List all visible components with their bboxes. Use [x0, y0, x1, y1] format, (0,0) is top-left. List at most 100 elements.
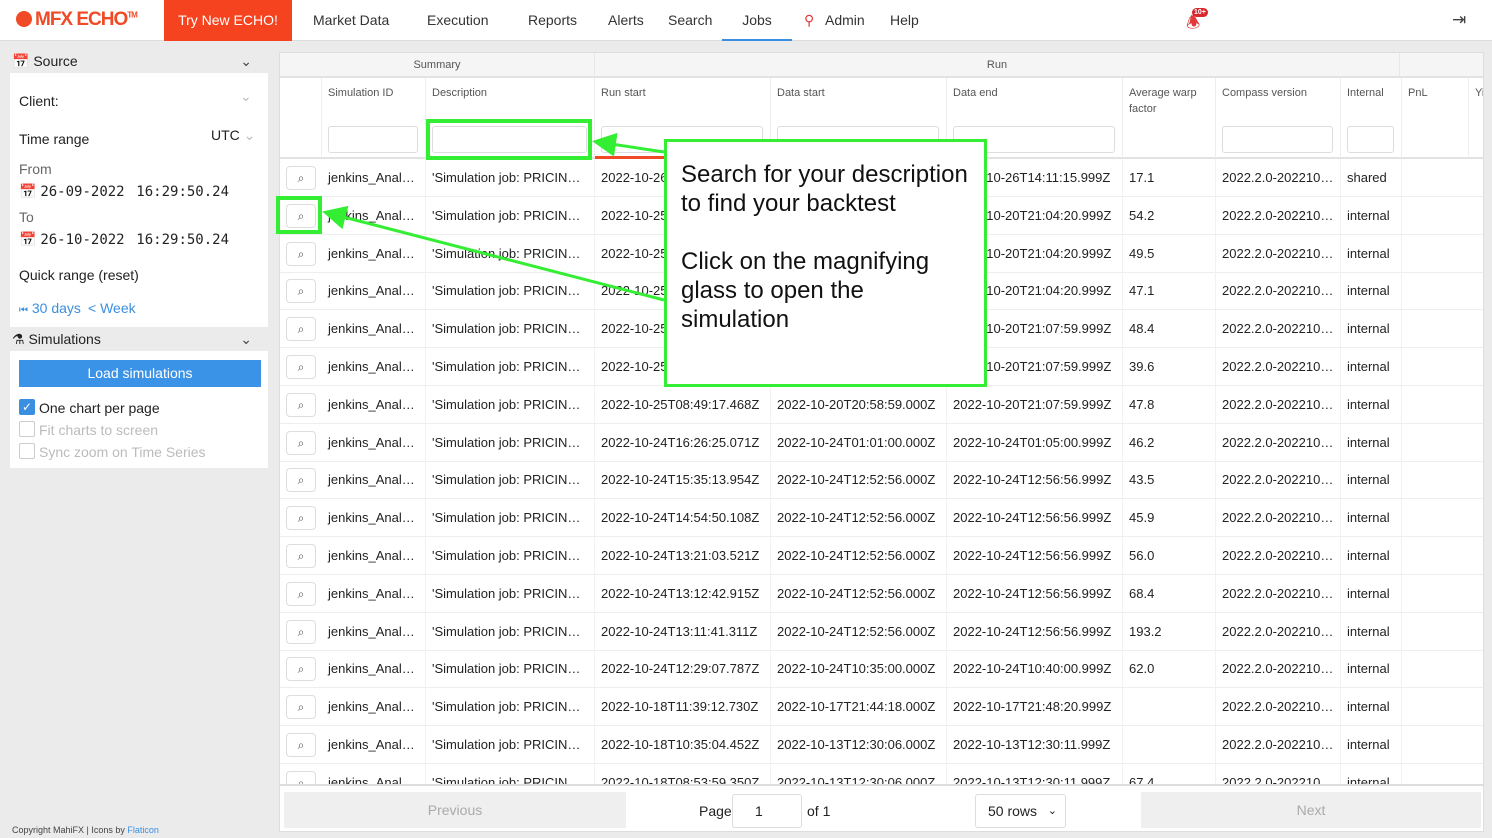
table-cell	[1123, 688, 1216, 726]
chevron-down-icon: ⌄	[240, 331, 252, 347]
table-cell: 'Simulation job: PRICIN…	[426, 310, 595, 348]
column-filter-input[interactable]	[328, 126, 418, 153]
table-cell: 2022.2.0-202210…	[1216, 385, 1341, 423]
quick-range-label[interactable]: Quick range (reset)	[19, 267, 139, 283]
table-cell: jenkins_Anal…	[322, 234, 426, 272]
table-cell: jenkins_Anal…	[322, 348, 426, 385]
rows-per-page-select[interactable]: 50 rows ⌄	[975, 794, 1066, 828]
magnifier-icon[interactable]: ⌕	[286, 619, 316, 644]
from-datetime[interactable]: 📅 26-09-2022 16:29:50.24	[19, 183, 229, 200]
table-cell: 68.4	[1123, 574, 1216, 612]
table-cell: 54.2	[1123, 196, 1216, 234]
magnifier-icon[interactable]: ⌕	[286, 695, 316, 720]
previous-button[interactable]: Previous	[284, 792, 626, 828]
nav-alerts[interactable]: Alerts	[608, 0, 644, 41]
magnifier-icon[interactable]: ⌕	[286, 317, 316, 342]
nav-jobs[interactable]: Jobs	[722, 0, 792, 41]
logout-icon[interactable]: ⇥	[1452, 10, 1466, 30]
nav-market-data[interactable]: Market Data	[313, 0, 389, 41]
simulations-section-header[interactable]: ⚗ Simulations ⌄	[10, 327, 268, 351]
next-button[interactable]: Next	[1141, 792, 1481, 828]
magnifier-icon[interactable]: ⌕	[286, 733, 316, 757]
table-cell: 2022.2.0-202210…	[1216, 574, 1341, 612]
column-header[interactable]: PnL	[1402, 78, 1469, 159]
fit-charts-checkbox[interactable]	[19, 421, 35, 437]
table-cell: jenkins_Anal…	[322, 612, 426, 650]
calendar-icon: 📅	[12, 53, 30, 69]
quick-week-button[interactable]: < Week	[88, 300, 136, 316]
magnifier-icon[interactable]: ⌕	[286, 770, 316, 784]
load-simulations-button[interactable]: Load simulations	[19, 360, 261, 387]
source-section-header[interactable]: 📅 Source ⌄	[10, 49, 268, 73]
table-cell: internal	[1341, 234, 1402, 272]
table-cell: shared	[1341, 159, 1402, 196]
table-cell: 2022-10-24T15:35:13.954Z	[595, 461, 771, 499]
table-cell: 2022.2.0-202210…	[1216, 763, 1341, 784]
table-cell: 2022.2.0-202210…	[1216, 196, 1341, 234]
table-cell: 17.1	[1123, 159, 1216, 196]
table-cell	[1123, 726, 1216, 763]
mfx-echo-logo[interactable]: MFX ECHOTM	[16, 9, 138, 31]
magnifier-icon[interactable]: ⌕	[286, 468, 316, 493]
to-datetime[interactable]: 📅 26-10-2022 16:29:50.24	[19, 231, 229, 248]
table-cell: jenkins_Anal…	[322, 423, 426, 461]
sync-zoom-checkbox[interactable]	[19, 443, 35, 459]
flaticon-link[interactable]: Flaticon	[127, 825, 159, 835]
column-header[interactable]: Average warp factor	[1123, 78, 1216, 159]
nav-search[interactable]: Search	[668, 0, 712, 41]
quick-30-days-button[interactable]: ⏮ 30 days	[19, 300, 81, 316]
one-chart-per-page-checkbox[interactable]: ✓	[19, 399, 35, 415]
nav-execution[interactable]: Execution	[427, 0, 488, 41]
table-cell: 2022.2.0-202210…	[1216, 159, 1341, 196]
table-cell: 47.8	[1123, 385, 1216, 423]
table-cell: internal	[1341, 650, 1402, 688]
time-range-label: Time range	[19, 131, 90, 147]
magnifier-icon[interactable]: ⌕	[286, 392, 316, 417]
table-cell: internal	[1341, 688, 1402, 726]
table-cell: 'Simulation job: PRICIN…	[426, 348, 595, 385]
table-cell: 2022-10-18T11:39:12.730Z	[595, 688, 771, 726]
table-cell: 49.5	[1123, 234, 1216, 272]
table-cell: 2022-10-24T13:12:42.915Z	[595, 574, 771, 612]
page-input[interactable]: 1	[732, 794, 802, 828]
table-row: ⌕ jenkins_Anal… 'Simulation job: PRICIN… 20…	[280, 574, 1483, 613]
table-row: ⌕ jenkins_Anal… 'Simulation job: PRICIN… 20…	[280, 385, 1483, 424]
nav-help[interactable]: Help	[890, 0, 919, 41]
magnifier-icon[interactable]: ⌕	[286, 581, 316, 606]
magnifier-icon[interactable]: ⌕	[286, 279, 316, 304]
top-nav-bar: MFX ECHOTM Try New ECHO! Market Data Exe…	[0, 0, 1492, 41]
table-cell: 2022-10-18T08:53:59.350Z	[595, 763, 771, 784]
pagination: Previous Page 1 of 1 50 rows ⌄ Next	[279, 785, 1484, 832]
table-cell: internal	[1341, 310, 1402, 348]
column-filter-input[interactable]	[1347, 126, 1394, 153]
table-cell: 2022-10-17T21:44:18.000Z	[771, 688, 947, 726]
table-cell: 'Simulation job: PRICIN…	[426, 612, 595, 650]
chevron-left-icon: <	[88, 300, 97, 316]
magnifier-icon[interactable]: ⌕	[286, 166, 316, 190]
timezone-select[interactable]: UTC ⌄	[211, 127, 255, 144]
column-filter-input[interactable]	[1222, 126, 1333, 153]
magnifier-icon[interactable]: ⌕	[286, 241, 316, 266]
table-cell: 45.9	[1123, 499, 1216, 537]
client-dropdown[interactable]: ⌄	[240, 88, 252, 105]
magnifier-icon[interactable]: ⌕	[286, 657, 316, 682]
group-empty	[1400, 53, 1483, 78]
nav-admin[interactable]: Admin	[825, 0, 865, 41]
magnifier-icon[interactable]: ⌕	[286, 506, 316, 531]
table-row: ⌕ jenkins_Anal… 'Simulation job: PRICIN… 20…	[280, 461, 1483, 500]
table-cell: 193.2	[1123, 612, 1216, 650]
table-cell: jenkins_Anal…	[322, 272, 426, 310]
table-row: ⌕ jenkins_Anal… 'Simulation job: PRICIN… 20…	[280, 650, 1483, 689]
try-new-echo-button[interactable]: Try New ECHO!	[164, 0, 292, 41]
table-cell: 2022.2.0-202210…	[1216, 272, 1341, 310]
magnifier-icon[interactable]: ⌕	[286, 355, 316, 379]
table-cell: 2022-10-17T21:48:20.999Z	[947, 688, 1123, 726]
table-cell: 2022.2.0-202210…	[1216, 650, 1341, 688]
magnifier-icon[interactable]: ⌕	[286, 544, 316, 568]
table-cell: 2022-10-24T12:56:56.999Z	[947, 461, 1123, 499]
column-header	[280, 78, 322, 159]
nav-reports[interactable]: Reports	[528, 0, 577, 41]
magnifier-icon[interactable]: ⌕	[286, 430, 316, 455]
column-header[interactable]: Yi	[1469, 78, 1483, 159]
calendar-icon: 📅	[19, 231, 37, 247]
